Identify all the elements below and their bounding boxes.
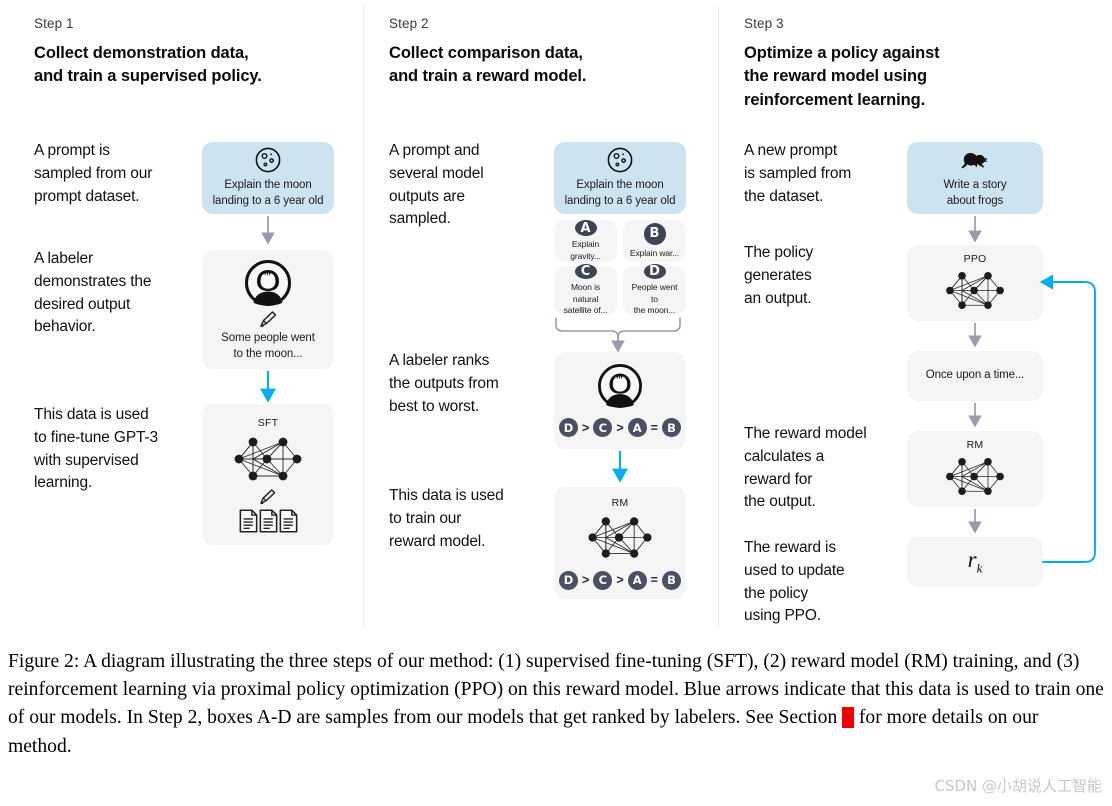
step-1-title: Collect demonstration data, and train a … xyxy=(34,44,262,86)
step-2-paragraph-3: This data is used to train our reward mo… xyxy=(389,487,504,550)
option-badge-d: D xyxy=(643,264,666,280)
rank-chip-4: B xyxy=(661,418,681,437)
frog-icon xyxy=(960,147,990,174)
pencil-icon xyxy=(259,311,277,328)
step-1-labeler-text: Some people went to the moon... xyxy=(221,332,315,360)
step-2-ranking-card[interactable]: D > C > A = B xyxy=(554,352,686,449)
step-2-label: Step 2 xyxy=(389,16,429,31)
step-2-paragraph-2: A labeler ranks the outputs from best to… xyxy=(389,352,499,415)
step-3-ppo-card[interactable]: PPO xyxy=(907,245,1043,321)
step-3-output-text: Once upon a time... xyxy=(925,369,1025,382)
step-1-prompt-text: Explain the moon landing to a 6 year old xyxy=(212,178,324,207)
step-3-arrow-1 xyxy=(968,216,982,243)
neural-network-icon xyxy=(943,267,1007,314)
rm-rank-op-2: > xyxy=(616,573,624,587)
step-3-output-card[interactable]: Once upon a time... xyxy=(907,351,1043,401)
moon-icon xyxy=(255,147,281,173)
step-1-sft-title: SFT xyxy=(257,416,279,429)
labeler-avatar-icon xyxy=(245,260,291,307)
step-1-paragraph-3: This data is used to fine-tune GPT-3 wit… xyxy=(34,406,158,492)
step-3-title: Optimize a policy against the reward mod… xyxy=(744,44,940,109)
neural-network-icon xyxy=(585,512,655,563)
step-3-column: Step 3 Optimize a policy against the rew… xyxy=(719,0,1112,636)
rank-op-2: > xyxy=(616,420,624,435)
step-3-paragraph-3: The reward model calculates a reward for… xyxy=(744,425,867,511)
rm-rank-op-3: = xyxy=(650,573,658,587)
reward-symbol-base: r xyxy=(967,547,977,573)
reward-symbol-subscript: k xyxy=(976,560,983,576)
step-2-column: Step 2 Collect comparison data, and trai… xyxy=(364,0,718,636)
step-2-rm-ranking-row: D > C > A = B xyxy=(559,570,681,590)
step-3-arrow-2 xyxy=(968,323,982,348)
neural-network-icon xyxy=(231,432,305,486)
step-1-label: Step 1 xyxy=(34,16,74,31)
step-3-prompt-text: Write a story about frogs xyxy=(943,178,1007,207)
step-1-paragraph-1: A prompt is sampled from our prompt data… xyxy=(34,142,153,205)
step-3-paragraph-1: A new prompt is sampled from the dataset… xyxy=(744,142,852,205)
step-1-prompt-card[interactable]: Explain the moon landing to a 6 year old xyxy=(202,142,334,214)
step-1-sft-card[interactable]: SFT xyxy=(202,404,334,545)
step-1-arrow-1 xyxy=(261,216,275,245)
step-2-option-card-b[interactable]: B Explain war... xyxy=(623,220,686,262)
step-3-rm-title: RM xyxy=(966,438,984,451)
step-3-prompt-card[interactable]: Write a story about frogs xyxy=(907,142,1043,214)
step-2-rm-title: RM xyxy=(611,496,629,509)
step-1-paragraph-2: A labeler demonstrates the desired outpu… xyxy=(34,250,152,336)
step-3-label: Step 3 xyxy=(744,16,784,31)
rank-op-1: > xyxy=(582,420,590,435)
step-2-option-card-a[interactable]: A Explain gravity... xyxy=(554,220,617,262)
neural-network-icon xyxy=(943,453,1007,500)
step-2-blue-arrow xyxy=(612,451,628,483)
option-text-d: People went to the moon... xyxy=(631,282,678,316)
rank-chip-1: D xyxy=(559,418,579,437)
moon-icon xyxy=(607,147,633,173)
rm-rank-chip-3: A xyxy=(627,570,647,590)
step-3-ppo-title: PPO xyxy=(963,252,987,265)
rank-chip-2: C xyxy=(593,418,613,437)
option-text-c: Moon is natural satellite of... xyxy=(563,282,608,316)
step-2-option-card-c[interactable]: C Moon is natural satellite of... xyxy=(554,264,617,316)
option-badge-c: C xyxy=(574,264,597,280)
caption-section-link[interactable]: 3 xyxy=(842,707,854,729)
step-3-arrow-4 xyxy=(968,509,982,534)
rm-rank-op-1: > xyxy=(582,573,590,587)
step-1-column: Step 1 Collect demonstration data, and t… xyxy=(0,0,363,636)
labeler-avatar-icon xyxy=(597,364,642,409)
step-2-prompt-card[interactable]: Explain the moon landing to a 6 year old xyxy=(554,142,686,214)
step-3-arrow-3 xyxy=(968,403,982,428)
step-3-paragraph-4: The reward is used to update the policy … xyxy=(744,539,845,625)
option-text-a: Explain gravity... xyxy=(570,239,601,261)
diagram: Step 1 Collect demonstration data, and t… xyxy=(0,0,1112,636)
step-2-title: Collect comparison data, and train a rew… xyxy=(389,44,587,86)
step-2-paragraph-1: A prompt and several model outputs are s… xyxy=(389,142,484,228)
reward-symbol: rk xyxy=(968,547,983,577)
step-3-paragraph-2: The policy generates an output. xyxy=(744,244,814,307)
step-2-merge-brace xyxy=(555,317,681,353)
step-2-prompt-text: Explain the moon landing to a 6 year old xyxy=(564,178,676,207)
rm-rank-chip-4: B xyxy=(661,570,681,590)
rm-rank-chip-1: D xyxy=(559,570,579,590)
option-badge-a: A xyxy=(574,220,597,237)
step-2-rm-card[interactable]: RM D > C > A = B xyxy=(554,487,686,599)
rm-rank-chip-2: C xyxy=(593,570,613,590)
step-3-feedback-loop-arrow xyxy=(1039,274,1096,563)
rank-chip-3: A xyxy=(627,418,647,437)
watermark: CSDN @小胡说人工智能 xyxy=(934,777,1102,795)
step-1-labeler-card[interactable]: Some people went to the moon... xyxy=(202,250,334,369)
figure-page: Step 1 Collect demonstration data, and t… xyxy=(0,0,1112,806)
rank-op-3: = xyxy=(650,420,658,435)
step-2-option-card-d[interactable]: D People went to the moon... xyxy=(623,264,686,316)
step-1-blue-arrow xyxy=(260,371,276,403)
step-3-reward-card[interactable]: rk xyxy=(907,537,1043,587)
option-badge-b: B xyxy=(643,222,666,245)
step-2-ranking-row: D > C > A = B xyxy=(559,418,681,437)
documents-icon xyxy=(239,508,298,533)
step-3-rm-card[interactable]: RM xyxy=(907,431,1043,507)
pencil-icon xyxy=(259,488,276,505)
option-text-b: Explain war... xyxy=(629,247,680,258)
figure-caption: Figure 2: A diagram illustrating the thr… xyxy=(8,648,1104,761)
